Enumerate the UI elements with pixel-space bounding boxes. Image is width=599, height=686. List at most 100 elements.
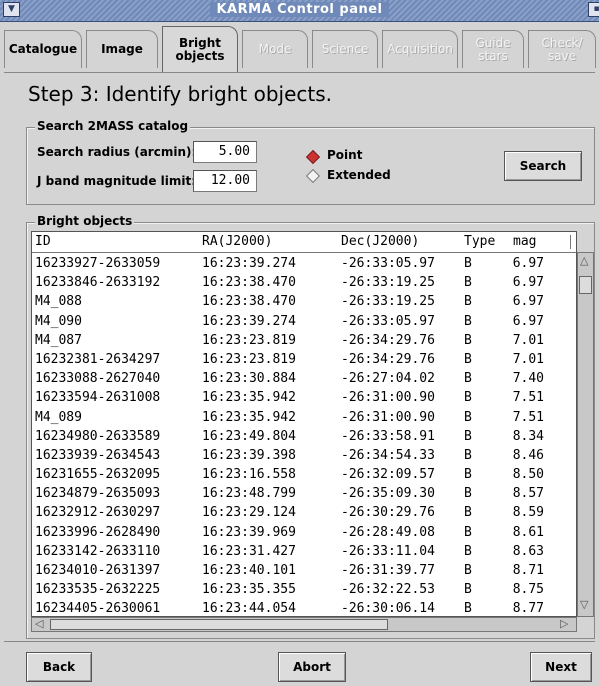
tab-check-save: Check/ save bbox=[528, 30, 596, 68]
list-item[interactable]: 16234405-2630061 16:23:44.054 -26:30:06.14… bbox=[32, 599, 574, 616]
list-item[interactable]: 16233846-2633192 16:23:38.470 -26:33:19.25… bbox=[32, 273, 574, 292]
row-id: 16234879-2635093 bbox=[35, 486, 161, 502]
back-button[interactable]: Back bbox=[26, 652, 92, 682]
row-ra: 16:23:39.969 bbox=[202, 524, 296, 540]
column-header-ra[interactable]: RA(J2000) bbox=[202, 232, 272, 252]
row-id: 16233996-2628490 bbox=[35, 524, 161, 540]
list-item[interactable]: 16231655-2632095 16:23:16.558 -26:32:09.57… bbox=[32, 465, 574, 484]
column-header-mag[interactable]: mag bbox=[513, 232, 536, 252]
row-dec: -26:34:54.33 bbox=[341, 447, 435, 463]
vertical-scrollbar[interactable]: △ ▽ bbox=[577, 252, 594, 617]
row-id: 16233594-2631008 bbox=[35, 390, 161, 406]
extended-radio-label[interactable]: Extended bbox=[327, 168, 391, 182]
tab-catalogue[interactable]: Catalogue bbox=[4, 30, 82, 68]
row-id: 16234980-2633589 bbox=[35, 428, 161, 444]
bright-objects-list[interactable]: ID RA(J2000) Dec(J2000) Type mag 1623392… bbox=[31, 231, 577, 617]
list-item[interactable]: 16234010-2631397 16:23:40.101 -26:31:39.77… bbox=[32, 561, 574, 580]
row-type: B bbox=[464, 409, 472, 425]
row-dec: -26:34:29.76 bbox=[341, 332, 435, 348]
search-radius-input[interactable]: 5.00 bbox=[193, 141, 257, 163]
row-type: B bbox=[464, 467, 472, 483]
list-item[interactable]: 16233535-2632225 16:23:35.355 -26:32:22.53… bbox=[32, 580, 574, 599]
row-ra: 16:23:38.470 bbox=[202, 294, 296, 310]
column-header-type[interactable]: Type bbox=[464, 232, 495, 252]
scroll-left-icon[interactable]: ◁ bbox=[35, 618, 43, 630]
scroll-up-icon[interactable]: △ bbox=[580, 255, 588, 267]
list-item[interactable]: 16234879-2635093 16:23:48.799 -26:35:09.30… bbox=[32, 484, 574, 503]
window-maximize-icon[interactable]: ▪ bbox=[588, 2, 599, 17]
tab-bright-objects[interactable]: Bright objects bbox=[162, 26, 238, 72]
row-mag: 6.97 bbox=[512, 313, 544, 329]
list-item[interactable]: 16233088-2627040 16:23:30.884 -26:27:04.02… bbox=[32, 369, 574, 388]
vertical-scroll-thumb[interactable] bbox=[579, 276, 592, 294]
row-dec: -26:30:06.14 bbox=[341, 601, 435, 616]
row-id: 16233927-2633059 bbox=[35, 256, 161, 271]
row-ra: 16:23:29.124 bbox=[202, 505, 296, 521]
next-button[interactable]: Next bbox=[530, 652, 592, 682]
row-mag: 8.75 bbox=[512, 582, 544, 598]
row-mag: 7.01 bbox=[512, 351, 544, 367]
row-mag: 6.97 bbox=[512, 275, 544, 291]
row-mag: 8.77 bbox=[512, 601, 544, 616]
row-dec: -26:31:00.90 bbox=[341, 390, 435, 406]
row-mag: 8.57 bbox=[512, 486, 544, 502]
row-ra: 16:23:23.819 bbox=[202, 332, 296, 348]
row-dec: -26:33:58.91 bbox=[341, 428, 435, 444]
row-ra: 16:23:35.942 bbox=[202, 409, 296, 425]
row-type: B bbox=[464, 486, 472, 502]
list-item[interactable]: M4_088 16:23:38.470 -26:33:19.25 B 6.97 bbox=[32, 292, 574, 311]
row-id: 16232381-2634297 bbox=[35, 351, 161, 367]
list-item[interactable]: 16232381-2634297 16:23:23.819 -26:34:29.76… bbox=[32, 350, 574, 369]
magnitude-limit-input[interactable]: 12.00 bbox=[193, 170, 257, 192]
list-item[interactable]: 16233594-2631008 16:23:35.942 -26:31:00.90… bbox=[32, 388, 574, 407]
tab-acquisition: Acquisition bbox=[382, 30, 458, 68]
row-ra: 16:23:30.884 bbox=[202, 371, 296, 387]
row-id: 16232912-2630297 bbox=[35, 505, 161, 521]
row-ra: 16:23:48.799 bbox=[202, 486, 296, 502]
row-ra: 16:23:49.804 bbox=[202, 428, 296, 444]
list-item[interactable]: 16232912-2630297 16:23:29.124 -26:30:29.76… bbox=[32, 503, 574, 522]
search-button[interactable]: Search bbox=[504, 151, 582, 181]
footer-divider bbox=[4, 641, 595, 642]
row-dec: -26:32:22.53 bbox=[341, 582, 435, 598]
tab-mode: Mode bbox=[242, 30, 308, 68]
row-type: B bbox=[464, 275, 472, 291]
tab-image[interactable]: Image bbox=[86, 30, 158, 68]
scroll-right-icon[interactable]: ▷ bbox=[560, 618, 568, 630]
panel-divider bbox=[4, 72, 595, 73]
tab-science: Science bbox=[312, 30, 378, 68]
row-dec: -26:33:05.97 bbox=[341, 313, 435, 329]
row-id: 16234010-2631397 bbox=[35, 563, 161, 578]
column-header-dec[interactable]: Dec(J2000) bbox=[341, 232, 419, 252]
list-item[interactable]: 16234980-2633589 16:23:49.804 -26:33:58.91… bbox=[32, 427, 574, 446]
row-id: 16233939-2634543 bbox=[35, 447, 161, 463]
row-dec: -26:31:00.90 bbox=[341, 409, 435, 425]
row-id: 16234405-2630061 bbox=[35, 601, 161, 616]
horizontal-scroll-thumb[interactable] bbox=[50, 619, 388, 630]
header-separator bbox=[570, 235, 571, 249]
row-dec: -26:34:29.76 bbox=[341, 351, 435, 367]
row-dec: -26:35:09.30 bbox=[341, 486, 435, 502]
row-type: B bbox=[464, 371, 472, 387]
horizontal-scrollbar[interactable]: ◁ ▷ bbox=[31, 617, 577, 632]
row-type: B bbox=[464, 332, 472, 348]
row-id: 16233088-2627040 bbox=[35, 371, 161, 387]
list-item[interactable]: 16233939-2634543 16:23:39.398 -26:34:54.33… bbox=[32, 446, 574, 465]
point-radio-label[interactable]: Point bbox=[327, 148, 362, 162]
row-type: B bbox=[464, 390, 472, 406]
list-item[interactable]: M4_089 16:23:35.942 -26:31:00.90 B 7.51 bbox=[32, 408, 574, 427]
list-item[interactable]: 16233927-2633059 16:23:39.274 -26:33:05.97… bbox=[32, 254, 574, 273]
column-header-id[interactable]: ID bbox=[35, 232, 51, 252]
row-mag: 6.97 bbox=[512, 256, 544, 271]
list-item[interactable]: 16233996-2628490 16:23:39.969 -26:28:49.08… bbox=[32, 523, 574, 542]
title-bar[interactable]: ▼ KARMA Control panel ▪ bbox=[0, 0, 599, 22]
abort-button[interactable]: Abort bbox=[278, 652, 346, 682]
list-item[interactable]: M4_087 16:23:23.819 -26:34:29.76 B 7.01 bbox=[32, 331, 574, 350]
row-type: B bbox=[464, 505, 472, 521]
row-dec: -26:33:19.25 bbox=[341, 275, 435, 291]
row-ra: 16:23:16.558 bbox=[202, 467, 296, 483]
list-item[interactable]: 16233142-2633110 16:23:31.427 -26:33:11.04… bbox=[32, 542, 574, 561]
list-item[interactable]: M4_090 16:23:39.274 -26:33:05.97 B 6.97 bbox=[32, 312, 574, 331]
row-id: M4_089 bbox=[35, 409, 82, 425]
scroll-down-icon[interactable]: ▽ bbox=[580, 599, 588, 611]
